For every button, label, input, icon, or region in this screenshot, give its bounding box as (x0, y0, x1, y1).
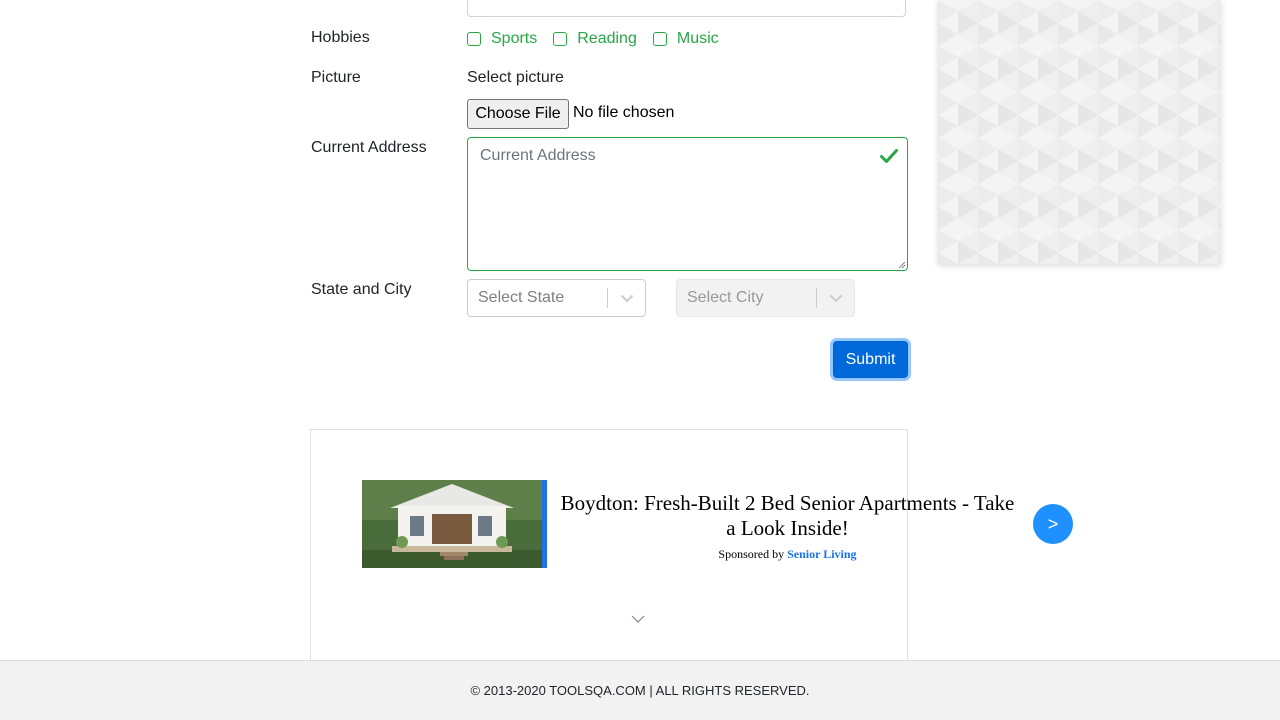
side-banner-image (938, 0, 1221, 264)
ad-house-image[interactable] (362, 480, 547, 568)
city-select-placeholder: Select City (687, 289, 764, 306)
choose-file-button[interactable]: Choose File (467, 99, 569, 129)
hobbies-label: Hobbies (311, 29, 370, 46)
sponsored-by-text: Sponsored by (718, 547, 785, 561)
select-picture-label: Select picture (467, 69, 564, 86)
ad-next-button[interactable]: > (1033, 504, 1073, 544)
hobby-reading-label[interactable]: Reading (577, 30, 637, 48)
current-address-label: Current Address (311, 139, 427, 156)
chevron-down-icon[interactable] (608, 294, 645, 303)
chevron-down-icon[interactable] (817, 294, 854, 303)
file-status-text: No file chosen (573, 104, 675, 121)
city-select[interactable]: Select City (676, 279, 855, 317)
footer: © 2013-2020 TOOLSQA.COM | ALL RIGHTS RES… (0, 660, 1280, 720)
hobby-music-checkbox[interactable]: Music (652, 30, 719, 48)
ad-headline[interactable]: Boydton: Fresh-Built 2 Bed Senior Apartm… (560, 491, 1015, 541)
checkbox-box[interactable] (652, 32, 667, 46)
chevron-down-icon[interactable] (630, 612, 646, 624)
current-address-textarea[interactable]: Current Address (467, 137, 908, 271)
picture-label: Picture (311, 69, 361, 86)
current-address-placeholder: Current Address (480, 147, 596, 164)
triangle-pattern-image (938, 0, 1221, 264)
state-select[interactable]: Select State (467, 279, 646, 317)
subjects-input[interactable] (467, 0, 906, 17)
state-select-placeholder: Select State (478, 289, 565, 306)
ad-sponsor-line: Sponsored by Senior Living (560, 547, 1015, 562)
state-city-label: State and City (311, 281, 412, 298)
hobby-sports-label[interactable]: Sports (491, 30, 537, 48)
checkbox-box[interactable] (553, 32, 568, 46)
hobby-sports-checkbox[interactable]: Sports (467, 30, 537, 48)
hobbies-checkbox-group: Sports Reading Music (467, 29, 735, 49)
footer-copyright: © 2013-2020 TOOLSQA.COM | ALL RIGHTS RES… (470, 683, 810, 698)
submit-button[interactable]: Submit (833, 341, 908, 378)
sponsor-link[interactable]: Senior Living (787, 547, 856, 561)
hobby-reading-checkbox[interactable]: Reading (553, 30, 637, 48)
valid-check-icon (880, 149, 898, 163)
checkbox-box[interactable] (467, 32, 481, 46)
resize-grip-icon[interactable] (898, 261, 906, 269)
hobby-music-label[interactable]: Music (677, 30, 719, 48)
